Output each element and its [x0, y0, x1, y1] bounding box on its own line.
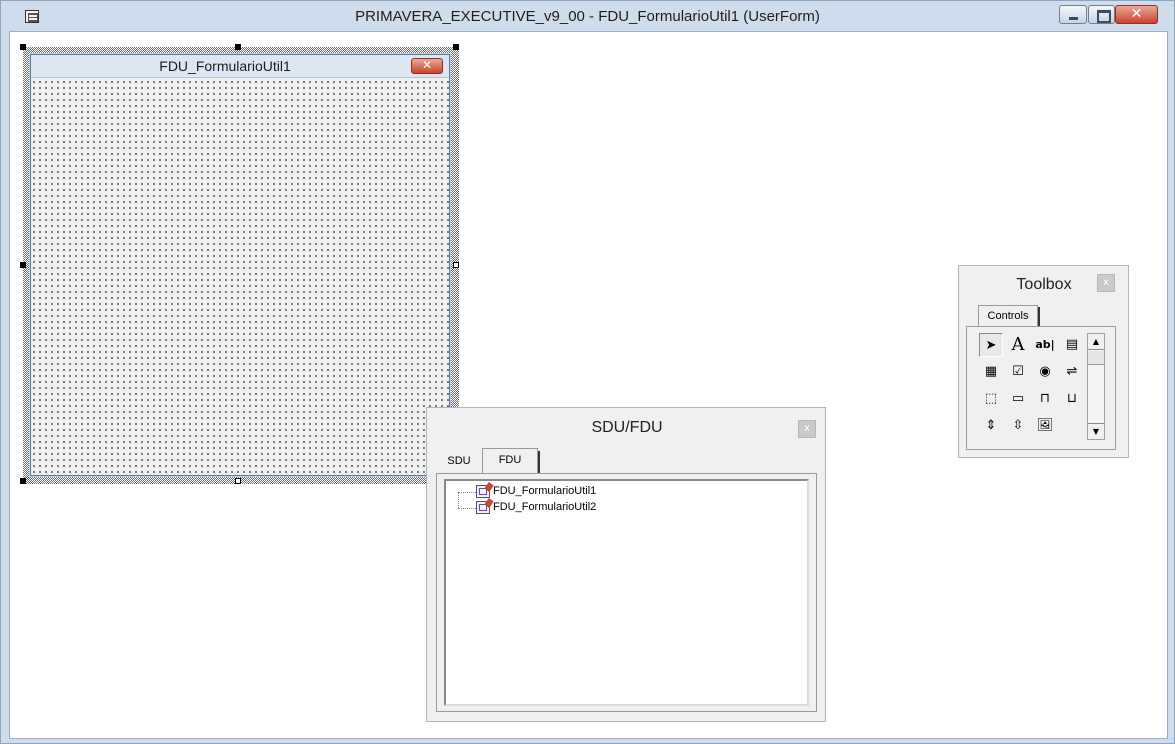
textbox-tool-icon[interactable]: ab| [1033, 333, 1057, 357]
main-window: PRIMAVERA_EXECUTIVE_v9_00 - FDU_Formular… [0, 0, 1175, 744]
close-icon: ✕ [421, 58, 433, 72]
scrollbar-tool-icon[interactable]: ⇕ [979, 414, 1003, 438]
image-tool-icon[interactable]: 🖼 [1033, 414, 1057, 438]
scroll-down-button[interactable]: ▼ [1088, 423, 1104, 439]
sdu-panel-title: SDU/FDU [591, 419, 663, 436]
tree-item-label: FDU_FormularioUtil2 [493, 501, 597, 513]
resize-handle-left[interactable] [20, 262, 26, 268]
toolbox-title: Toolbox [1016, 276, 1072, 293]
toolbox-panel: Toolbox x Controls ➤ Aab| ▤ ▦ ☑ ◉ ⇌ ⬚ ▭ ⊓ ⊔ ⇕ ⇳ 🖼 ▲ ▼ [958, 265, 1129, 458]
multipage-tool-icon[interactable]: ⊔ [1060, 387, 1084, 411]
resize-handle-bottom-left[interactable] [20, 478, 26, 484]
controls-page: ➤ Aab| ▤ ▦ ☑ ◉ ⇌ ⬚ ▭ ⊓ ⊔ ⇕ ⇳ 🖼 ▲ ▼ [966, 326, 1116, 450]
checkbox-tool-icon[interactable]: ☑ [1006, 360, 1030, 384]
scroll-thumb[interactable] [1088, 351, 1104, 365]
listbox-tool-icon[interactable]: ▦ [979, 360, 1003, 384]
resize-handle-top-left[interactable] [20, 44, 26, 50]
label-tool-icon[interactable]: A [1006, 333, 1030, 357]
userform-titlebar[interactable]: FDU_FormularioUtil1 ✕ [31, 55, 449, 78]
tabstrip-tool-icon[interactable]: ⊓ [1033, 387, 1057, 411]
tab-sdu[interactable]: SDU [439, 450, 479, 474]
tree-item-label: FDU_FormularioUtil1 [493, 485, 597, 497]
resize-handle-right[interactable] [453, 262, 459, 268]
resize-handle-bottom[interactable] [235, 478, 241, 484]
commandbutton-tool-icon[interactable]: ▭ [1006, 387, 1030, 411]
userform-design[interactable]: FDU_FormularioUtil1 ✕ [30, 54, 450, 476]
close-icon: ✕ [1130, 6, 1143, 22]
sdu-panel-close-button[interactable]: x [798, 420, 816, 438]
userform-icon [476, 485, 490, 498]
spinbutton-tool-icon[interactable]: ⇳ [1006, 414, 1030, 438]
tab-fdu[interactable]: FDU [482, 448, 540, 475]
userform-title: FDU_FormularioUtil1 [159, 58, 291, 74]
fdu-tree[interactable]: FDU_FormularioUtil1 FDU_FormularioUtil2 [444, 479, 809, 706]
resize-handle-top-right[interactable] [453, 44, 459, 50]
select-objects-icon[interactable]: ➤ [979, 333, 1003, 357]
sdu-fdu-panel: SDU/FDU x SDU FDU FDU_FormularioUtil1 FD… [426, 407, 826, 722]
toolbox-controls-grid: ➤ Aab| ▤ ▦ ☑ ◉ ⇌ ⬚ ▭ ⊓ ⊔ ⇕ ⇳ 🖼 [979, 333, 1089, 445]
fdu-tab-page: FDU_FormularioUtil1 FDU_FormularioUtil2 [436, 473, 817, 712]
userform-grid-surface[interactable] [31, 79, 449, 475]
toolbox-scrollbar[interactable]: ▲ ▼ [1087, 333, 1105, 440]
close-button[interactable]: ✕ [1115, 5, 1158, 24]
frame-tool-icon[interactable]: ⬚ [979, 387, 1003, 411]
window-title: PRIMAVERA_EXECUTIVE_v9_00 - FDU_Formular… [355, 8, 820, 25]
combobox-tool-icon[interactable]: ▤ [1060, 333, 1084, 357]
scroll-up-button[interactable]: ▲ [1088, 334, 1104, 350]
window-titlebar[interactable]: PRIMAVERA_EXECUTIVE_v9_00 - FDU_Formular… [1, 1, 1174, 31]
tab-controls[interactable]: Controls [978, 305, 1040, 328]
resize-handle-top[interactable] [235, 44, 241, 50]
togglebutton-tool-icon[interactable]: ⇌ [1060, 360, 1084, 384]
userform-icon [476, 501, 490, 514]
toolbox-close-button[interactable]: x [1097, 274, 1115, 292]
optionbutton-tool-icon[interactable]: ◉ [1033, 360, 1057, 384]
minimize-button[interactable] [1059, 5, 1087, 24]
maximize-button[interactable] [1088, 5, 1115, 24]
userform-close-button[interactable]: ✕ [411, 58, 443, 74]
